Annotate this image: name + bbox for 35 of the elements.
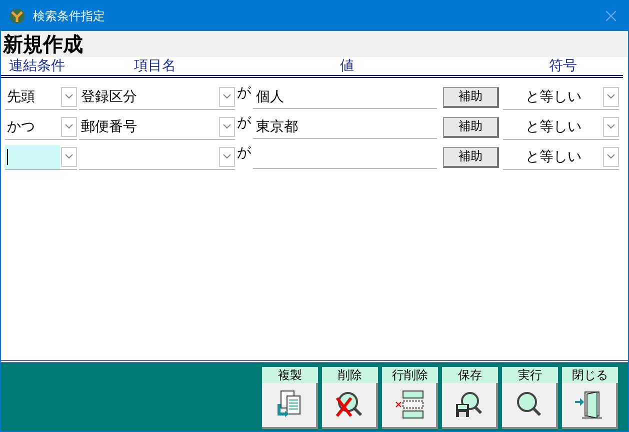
exit-door-icon xyxy=(573,390,605,420)
floppy-magnifier-icon xyxy=(453,390,485,420)
toolbar-button[interactable]: 実行 xyxy=(502,367,558,429)
toolbar-button[interactable]: 複製 xyxy=(262,367,318,429)
value-field[interactable]: 東京都 xyxy=(253,115,437,139)
app-icon xyxy=(9,8,25,24)
magnifier-cross-icon xyxy=(333,390,365,420)
item-dropdown[interactable]: 郵便番号 xyxy=(79,114,235,140)
assist-button[interactable]: 補助 xyxy=(443,116,499,138)
toolbar-button[interactable]: 閉じる xyxy=(562,367,618,429)
particle-label: が xyxy=(236,84,252,102)
connector-dropdown[interactable]: 先頭 xyxy=(5,84,77,110)
column-header: 符号 xyxy=(549,58,577,75)
operator-dropdown[interactable]: と等しい xyxy=(503,114,619,140)
connector-dropdown[interactable]: かつ xyxy=(5,114,77,140)
item-dropdown[interactable] xyxy=(79,144,235,170)
delete-row-icon xyxy=(393,390,425,420)
operator-dropdown[interactable]: と等しい xyxy=(503,84,619,110)
particle-label: が xyxy=(236,144,252,162)
assist-button[interactable]: 補助 xyxy=(443,146,499,168)
item-dropdown[interactable]: 登録区分 xyxy=(79,84,235,110)
toolbar-button[interactable]: 行削除 xyxy=(382,367,438,429)
column-header: 値 xyxy=(340,58,354,75)
column-header: 連結条件 xyxy=(9,58,65,75)
value-field[interactable]: 個人 xyxy=(253,85,437,109)
assist-button[interactable]: 補助 xyxy=(443,86,499,108)
heading: 新規作成 xyxy=(2,30,83,58)
column-header: 項目名 xyxy=(134,58,176,75)
particle-label: が xyxy=(236,114,252,132)
connector-dropdown[interactable] xyxy=(5,144,77,170)
toolbar-button[interactable]: 削除 xyxy=(322,367,378,429)
toolbar-button[interactable]: 保存 xyxy=(442,367,498,429)
operator-dropdown[interactable]: と等しい xyxy=(503,144,619,170)
close-icon[interactable] xyxy=(606,11,616,21)
window-title: 検索条件指定 xyxy=(33,8,106,24)
